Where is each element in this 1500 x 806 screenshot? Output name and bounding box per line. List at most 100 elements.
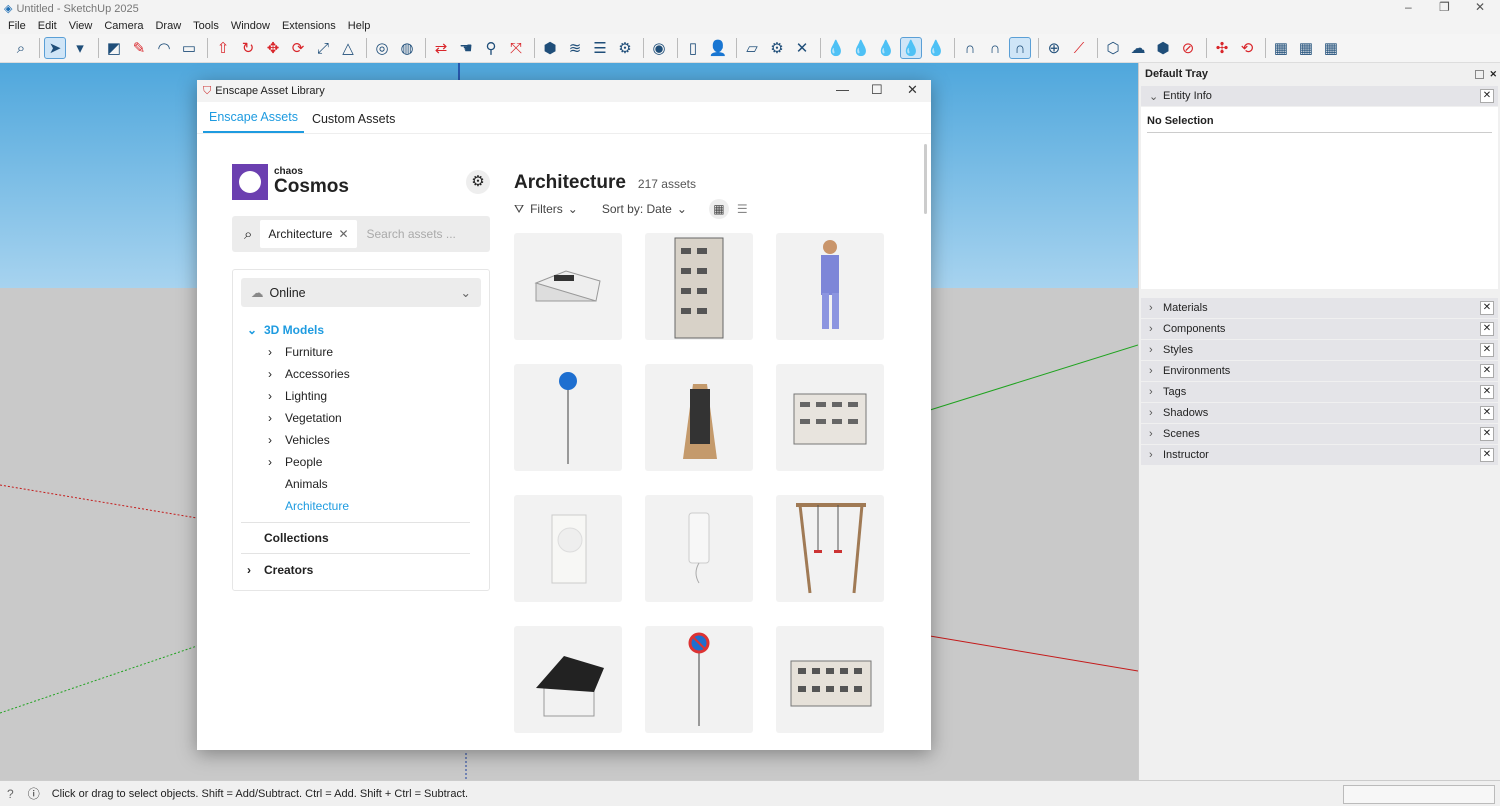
drop-outline-icon[interactable]: 💧 bbox=[825, 37, 847, 59]
move-icon[interactable]: ✥ bbox=[262, 37, 284, 59]
tab-enscape-assets[interactable]: Enscape Assets bbox=[203, 110, 304, 133]
info-icon[interactable]: ⓘ bbox=[28, 785, 40, 802]
layers-icon[interactable]: ☰ bbox=[589, 37, 611, 59]
push-pull-icon[interactable]: ⇧ bbox=[212, 37, 234, 59]
add-user-icon[interactable]: 👤 bbox=[707, 37, 729, 59]
grid-view-icon[interactable]: ▦ bbox=[708, 199, 729, 219]
restore-button[interactable]: ❐ bbox=[1439, 0, 1450, 14]
tree-creators[interactable]: › Creators bbox=[241, 554, 481, 586]
zoom-icon[interactable]: ⌕ bbox=[10, 37, 32, 59]
minimize-button[interactable]: — bbox=[836, 82, 849, 97]
orbit-icon[interactable]: ⇄ bbox=[430, 37, 452, 59]
tree-animals[interactable]: Animals bbox=[241, 473, 481, 495]
asset-card-wall-speaker[interactable] bbox=[514, 495, 622, 602]
help-icon[interactable]: ? bbox=[7, 787, 14, 801]
menu-draw[interactable]: Draw bbox=[155, 20, 181, 32]
asset-card-worker-in-overalls[interactable] bbox=[776, 233, 884, 340]
follow-me-icon[interactable]: ↻ bbox=[237, 37, 259, 59]
explode-icon[interactable]: ✣ bbox=[1211, 37, 1233, 59]
zoom-extents-icon[interactable]: ⤧ bbox=[505, 37, 527, 59]
no-box-icon[interactable]: ⊘ bbox=[1177, 37, 1199, 59]
panel-tags[interactable]: › Tags ✕ bbox=[1141, 382, 1498, 402]
magnet-off-icon[interactable]: ∩ bbox=[959, 37, 981, 59]
close-button[interactable]: ✕ bbox=[907, 82, 918, 98]
close-icon[interactable]: ✕ bbox=[1480, 406, 1494, 420]
tray-close-icon[interactable]: ✕ bbox=[1489, 69, 1497, 80]
grid-1-icon[interactable]: ▦ bbox=[1270, 37, 1292, 59]
extension-warehouse-icon[interactable]: ≋ bbox=[564, 37, 586, 59]
grid-3-icon[interactable]: ▦ bbox=[1320, 37, 1342, 59]
maximize-button[interactable]: ☐ bbox=[871, 82, 883, 98]
tab-custom-assets[interactable]: Custom Assets bbox=[306, 112, 401, 133]
folder-icon[interactable]: ▱ bbox=[741, 37, 763, 59]
panel-instructor[interactable]: › Instructor ✕ bbox=[1141, 445, 1498, 465]
asset-card-apartment-tower[interactable] bbox=[645, 233, 753, 340]
tree-architecture[interactable]: Architecture bbox=[241, 495, 481, 517]
tree-people[interactable]: › People bbox=[241, 451, 481, 473]
asset-card-blue-arrow-sign[interactable] bbox=[514, 364, 622, 471]
pin-icon[interactable] bbox=[1475, 69, 1484, 79]
remove-chip-icon[interactable]: ✕ bbox=[338, 227, 348, 241]
tape-measure-icon[interactable]: ◎ bbox=[371, 37, 393, 59]
close-icon[interactable]: ✕ bbox=[1480, 364, 1494, 378]
select-icon[interactable]: ➤ bbox=[44, 37, 66, 59]
warehouse-icon[interactable]: ⬢ bbox=[539, 37, 561, 59]
close-icon[interactable]: ✕ bbox=[1480, 322, 1494, 336]
menu-window[interactable]: Window bbox=[231, 20, 270, 32]
asset-card-apartment-block[interactable] bbox=[776, 364, 884, 471]
close-icon[interactable]: ✕ bbox=[1480, 448, 1494, 462]
menu-edit[interactable]: Edit bbox=[38, 20, 57, 32]
tree-furniture[interactable]: › Furniture bbox=[241, 341, 481, 363]
menu-file[interactable]: File bbox=[8, 20, 26, 32]
menu-camera[interactable]: Camera bbox=[104, 20, 143, 32]
cloud-icon[interactable]: ☁ bbox=[1127, 37, 1149, 59]
asset-card-house-flat-roof-solar[interactable] bbox=[514, 233, 622, 340]
add-circle-icon[interactable]: ⊕ bbox=[1043, 37, 1065, 59]
rotate-icon[interactable]: ⟳ bbox=[287, 37, 309, 59]
search-input[interactable]: Search assets ... bbox=[367, 227, 456, 241]
measurements-box[interactable] bbox=[1343, 785, 1495, 804]
scale-icon[interactable]: ⤢ bbox=[312, 37, 334, 59]
refresh-icon[interactable]: ⟲ bbox=[1236, 37, 1258, 59]
extension-manager-icon[interactable]: ⚙ bbox=[614, 37, 636, 59]
panel-environments[interactable]: › Environments ✕ bbox=[1141, 361, 1498, 381]
close-icon[interactable]: ✕ bbox=[1480, 89, 1494, 103]
asset-card-wooden-swing-set[interactable] bbox=[776, 495, 884, 602]
arc-icon[interactable]: ◠ bbox=[153, 37, 175, 59]
tree-vehicles[interactable]: › Vehicles bbox=[241, 429, 481, 451]
pan-icon[interactable]: ☚ bbox=[455, 37, 477, 59]
menu-extensions[interactable]: Extensions bbox=[282, 20, 336, 32]
panel-styles[interactable]: › Styles ✕ bbox=[1141, 340, 1498, 360]
asset-card-chalkboard-a-frame-sign[interactable] bbox=[645, 364, 753, 471]
magnet-icon[interactable]: ∩ bbox=[984, 37, 1006, 59]
asset-card-house-solar-roof[interactable] bbox=[514, 626, 622, 733]
tree-lighting[interactable]: › Lighting bbox=[241, 385, 481, 407]
settings-gear-icon[interactable]: ⚙ bbox=[466, 170, 490, 194]
dropdown-arrow-icon[interactable]: ▾ bbox=[69, 37, 91, 59]
panel-materials[interactable]: › Materials ✕ bbox=[1141, 298, 1498, 318]
pencil-icon[interactable]: ✎ bbox=[128, 37, 150, 59]
asset-card-residential-building[interactable] bbox=[776, 626, 884, 733]
search-bar[interactable]: ⌕ Architecture ✕ Search assets ... bbox=[232, 216, 490, 252]
drop-dotted-icon[interactable]: 💧 bbox=[925, 37, 947, 59]
close-icon[interactable]: ✕ bbox=[1480, 343, 1494, 357]
flip-icon[interactable]: △ bbox=[337, 37, 359, 59]
grid-2-icon[interactable]: ▦ bbox=[1295, 37, 1317, 59]
drop-selected-icon[interactable]: 💧 bbox=[900, 37, 922, 59]
tree-collections[interactable]: Collections bbox=[241, 523, 481, 553]
tree-vegetation[interactable]: › Vegetation bbox=[241, 407, 481, 429]
zoom-tool-icon[interactable]: ⚲ bbox=[480, 37, 502, 59]
panel-entity-info[interactable]: ⌄ Entity Info ✕ bbox=[1141, 86, 1498, 106]
account-icon[interactable]: ◉ bbox=[648, 37, 670, 59]
panel-shadows[interactable]: › Shadows ✕ bbox=[1141, 403, 1498, 423]
rectangle-icon[interactable]: ▭ bbox=[178, 37, 200, 59]
drop-half-icon[interactable]: 💧 bbox=[850, 37, 872, 59]
asset-card-no-parking-sign[interactable] bbox=[645, 626, 753, 733]
eraser-icon[interactable]: ◩ bbox=[103, 37, 125, 59]
close-icon[interactable]: ✕ bbox=[1480, 427, 1494, 441]
close-icon[interactable]: ✕ bbox=[1480, 301, 1494, 315]
minimize-button[interactable]: – bbox=[1405, 0, 1412, 14]
drop-full-icon[interactable]: 💧 bbox=[875, 37, 897, 59]
asset-card-wall-intercom[interactable] bbox=[645, 495, 753, 602]
panel-scenes[interactable]: › Scenes ✕ bbox=[1141, 424, 1498, 444]
